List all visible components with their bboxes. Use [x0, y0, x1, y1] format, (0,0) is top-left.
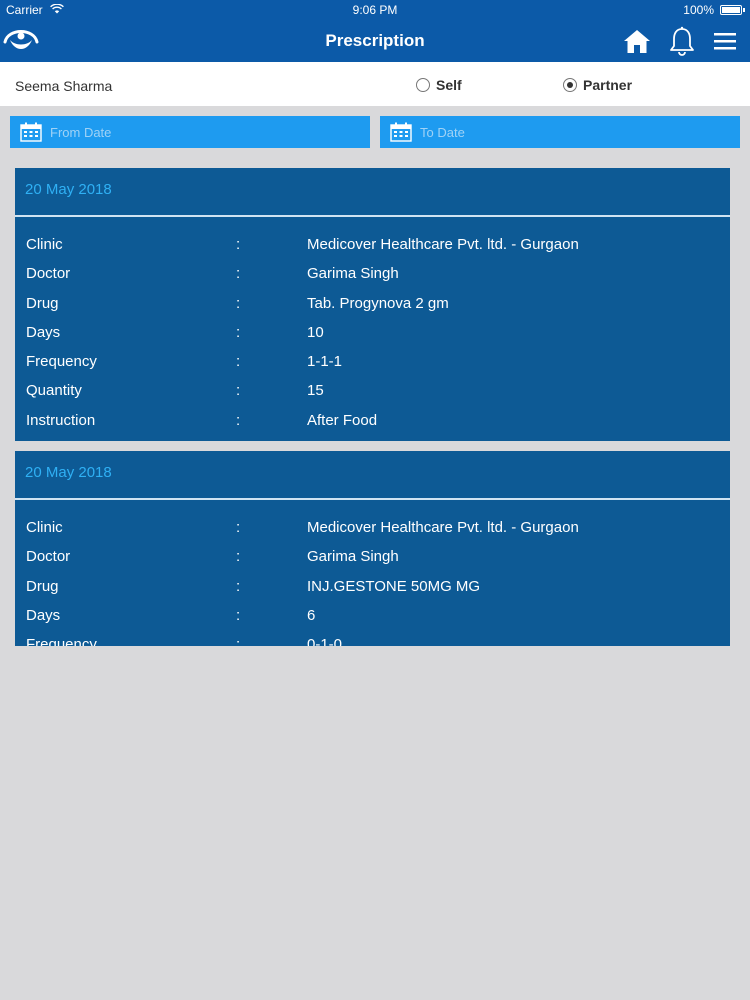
to-date-input[interactable] — [420, 124, 700, 140]
card-divider — [15, 498, 730, 500]
detail-separator: : — [236, 577, 241, 595]
clock-time: 9:06 PM — [352, 3, 398, 17]
detail-row-clinic: Clinic : Medicover Healthcare Pvt. ltd. … — [15, 236, 730, 265]
calendar-icon[interactable] — [390, 122, 412, 142]
detail-separator: : — [236, 636, 241, 646]
detail-row-clinic: Clinic : Medicover Healthcare Pvt. ltd. … — [15, 519, 730, 548]
partner-radio-label[interactable]: Partner — [583, 77, 632, 93]
battery-percent: 100% — [683, 3, 714, 17]
detail-separator: : — [236, 265, 241, 283]
detail-row-days: Days : 6 — [15, 607, 730, 636]
status-bar: Carrier 9:06 PM 100% — [0, 0, 750, 20]
self-radio[interactable]: Self — [416, 76, 462, 94]
radio-circle-self[interactable] — [416, 78, 430, 92]
patient-selector: Seema Sharma Self Partner — [0, 62, 750, 106]
detail-row-frequency: Frequency : 1-1-1 — [15, 353, 730, 382]
detail-row-doctor: Doctor : Garima Singh — [15, 548, 730, 577]
prescription-card[interactable]: 20 May 2018 Clinic : Medicover Healthcar… — [15, 168, 730, 441]
detail-label: Drug — [26, 577, 59, 595]
detail-row-frequency: Frequency : 0-1-0 — [15, 636, 730, 646]
detail-label: Drug — [26, 294, 59, 312]
detail-value: Garima Singh — [307, 265, 399, 283]
detail-label: Doctor — [26, 265, 71, 283]
detail-label: Doctor — [26, 548, 71, 566]
detail-row-drug: Drug : INJ.GESTONE 50MG MG — [15, 578, 730, 607]
nav-bar: Prescription — [0, 20, 750, 62]
detail-value: 10 — [307, 323, 324, 341]
detail-label: Instruction — [26, 411, 96, 429]
prescription-details: Clinic : Medicover Healthcare Pvt. ltd. … — [15, 236, 730, 441]
detail-value: 0-1-0 — [307, 636, 343, 646]
from-date-input[interactable] — [50, 124, 330, 140]
detail-value: INJ.GESTONE 50MG MG — [307, 577, 481, 595]
calendar-icon[interactable] — [20, 122, 42, 142]
detail-row-instruction: Instruction : After Food — [15, 412, 730, 441]
detail-row-drug: Drug : Tab. Progynova 2 gm — [15, 295, 730, 324]
detail-value: 1-1-1 — [307, 353, 343, 371]
detail-value: Medicover Healthcare Pvt. ltd. - Gurgaon — [307, 519, 579, 536]
from-date-field[interactable] — [10, 116, 370, 148]
prescription-date: 20 May 2018 — [25, 464, 112, 481]
prescription-details: Clinic : Medicover Healthcare Pvt. ltd. … — [15, 519, 730, 646]
detail-label: Quantity — [26, 382, 82, 400]
prescription-card[interactable]: 20 May 2018 Clinic : Medicover Healthcar… — [15, 451, 730, 646]
bell-icon[interactable] — [668, 26, 696, 56]
home-icon[interactable] — [623, 28, 651, 54]
prescription-date: 20 May 2018 — [25, 181, 112, 198]
detail-label: Days — [26, 323, 61, 341]
card-divider — [15, 215, 730, 217]
detail-row-days: Days : 10 — [15, 324, 730, 353]
detail-label: Clinic — [26, 236, 63, 253]
radio-circle-partner[interactable] — [563, 78, 577, 92]
detail-label: Frequency — [26, 353, 97, 371]
detail-separator: : — [236, 519, 241, 536]
detail-separator: : — [236, 353, 241, 371]
detail-value: Tab. Progynova 2 gm — [307, 294, 449, 312]
to-date-field[interactable] — [380, 116, 740, 148]
detail-row-doctor: Doctor : Garima Singh — [15, 265, 730, 294]
battery-icon — [720, 5, 745, 15]
detail-label: Days — [26, 606, 61, 624]
detail-row-quantity: Quantity : 15 — [15, 382, 730, 411]
detail-value: After Food — [307, 411, 378, 429]
detail-separator: : — [236, 294, 241, 312]
detail-separator: : — [236, 323, 241, 341]
detail-value: Medicover Healthcare Pvt. ltd. - Gurgaon — [307, 236, 579, 253]
detail-separator: : — [236, 382, 241, 400]
detail-separator: : — [236, 548, 241, 566]
detail-label: Clinic — [26, 519, 63, 536]
partner-radio[interactable]: Partner — [563, 76, 632, 94]
self-radio-label[interactable]: Self — [436, 77, 462, 93]
detail-value: 15 — [307, 382, 324, 400]
detail-separator: : — [236, 606, 241, 624]
detail-label: Frequency — [26, 636, 97, 646]
detail-separator: : — [236, 236, 241, 253]
detail-value: 6 — [307, 606, 316, 624]
patient-name: Seema Sharma — [15, 78, 113, 94]
detail-value: Garima Singh — [307, 548, 399, 566]
menu-icon[interactable] — [712, 30, 738, 52]
detail-separator: : — [236, 411, 241, 429]
